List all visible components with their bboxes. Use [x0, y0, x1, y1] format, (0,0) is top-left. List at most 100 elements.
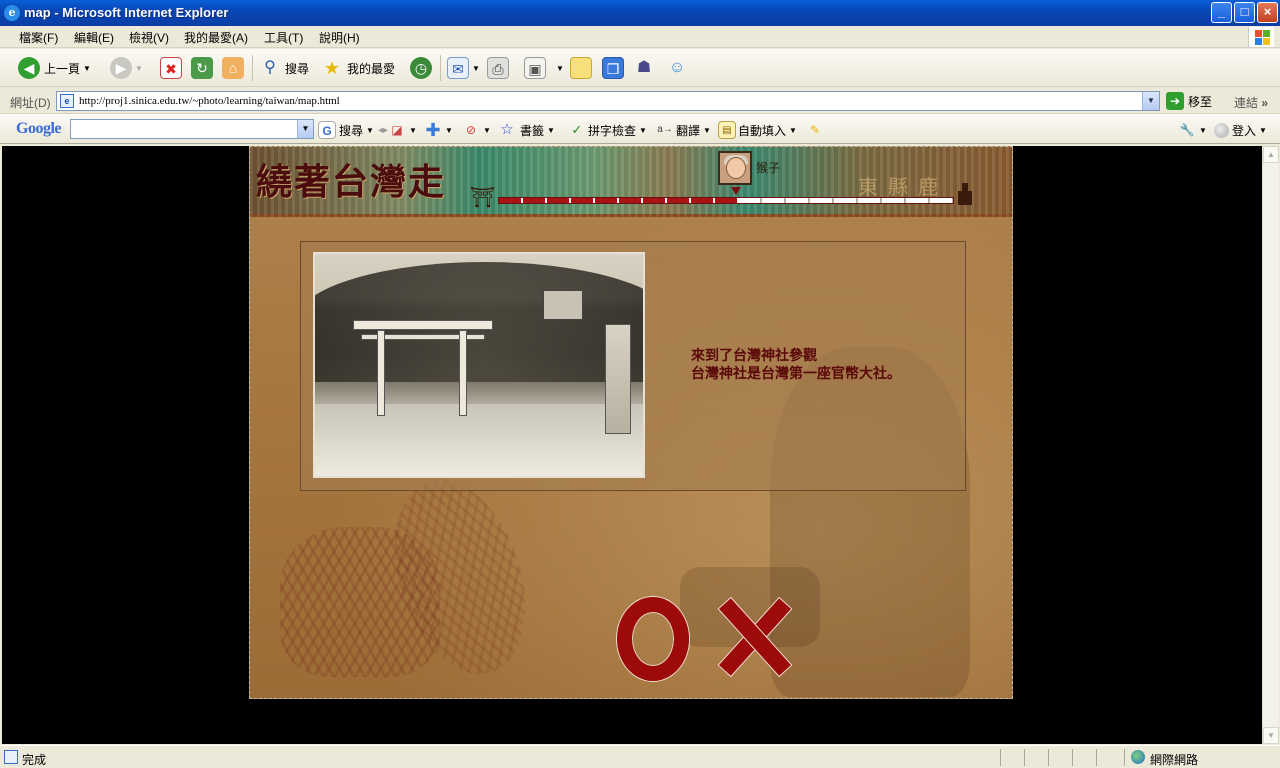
highlight-button[interactable]: ✎: [806, 120, 824, 140]
banner-faded-text: 東縣鹿: [858, 175, 948, 199]
settings-button[interactable]: 🔧 ▼: [1178, 120, 1207, 140]
chevron-down-icon[interactable]: ▼: [556, 64, 564, 73]
scroll-up-icon[interactable]: ▲: [1263, 146, 1279, 163]
translate-button[interactable]: a→ 翻譯 ▼: [656, 120, 711, 140]
menu-view[interactable]: 檢視(V): [129, 29, 169, 46]
chevron-down-icon[interactable]: ▼: [445, 126, 453, 135]
menu-file[interactable]: 檔案(F): [19, 29, 58, 46]
contacts-button[interactable]: ☺: [666, 55, 688, 81]
answer-false-button[interactable]: [716, 596, 793, 678]
stop-icon: ✖: [160, 57, 182, 79]
mail-icon: ✉: [447, 57, 469, 79]
chevron-down-icon[interactable]: ▼: [789, 126, 797, 135]
research-button[interactable]: ☗: [633, 55, 655, 81]
go-arrow-icon: ➔: [1166, 92, 1184, 110]
edit-button[interactable]: ▣ ▼: [524, 55, 564, 81]
browser-window: e map - Microsoft Internet Explorer _ □ …: [0, 0, 1280, 768]
star-icon: ★: [323, 58, 341, 78]
popup-blocker-icon: ⊘: [465, 123, 477, 137]
back-button[interactable]: ◀ 上一頁 ▼: [18, 55, 91, 81]
menu-favorites[interactable]: 我的最愛(A): [184, 29, 248, 46]
status-text: 完成: [22, 753, 47, 767]
minimize-button[interactable]: _: [1211, 2, 1232, 23]
security-zone: 網際網路: [1150, 753, 1199, 767]
home-button[interactable]: ⌂: [222, 55, 244, 81]
close-button[interactable]: ×: [1257, 2, 1278, 23]
signin-button[interactable]: 登入 ▼: [1214, 120, 1267, 140]
back-arrow-icon: ◀: [18, 57, 40, 79]
player-avatar: [718, 151, 752, 185]
forward-arrow-icon: ▶: [110, 57, 132, 79]
chevron-down-icon[interactable]: ▼: [1142, 92, 1159, 110]
google-toolbar: Google ▼ G 搜尋 ▼ ◂▸ ◪ ▼ ✚ ▼ ⊘ ▼ ☆ 書籤 ▼ ✓ …: [0, 114, 1280, 144]
game-title: 繞著台灣走: [256, 161, 447, 203]
google-search-input[interactable]: ▼: [70, 119, 314, 139]
chevron-down-icon[interactable]: ▼: [1199, 126, 1207, 135]
discuss-button[interactable]: [570, 55, 592, 81]
google-g-icon: G: [318, 121, 336, 139]
page-icon: e: [60, 94, 74, 108]
progress-remaining: [738, 198, 953, 203]
window-icon: ❐: [602, 57, 624, 79]
question-line-2: 台灣神社是台灣第一座官幣大社。: [691, 365, 901, 381]
chevron-down-icon[interactable]: ▼: [483, 126, 491, 135]
question-panel: 來到了台灣神社參觀 台灣神社是台灣第一座官幣大社。: [300, 241, 966, 491]
toolbar-divider: [252, 55, 253, 81]
flash-game-stage: 繞著台灣走 東縣鹿 ⛩ 猴子 來到了台灣神社參觀 台灣神社是台灣第一座官幣大社。: [249, 146, 1013, 699]
chevron-right-icon: »: [1261, 96, 1269, 110]
answer-true-button[interactable]: [617, 597, 689, 681]
autofill-button[interactable]: ▤ 自動填入 ▼: [718, 120, 797, 140]
ie-logo-icon: e: [4, 5, 20, 21]
avatar-face: [726, 157, 746, 179]
address-bar: 網址(D) e http://proj1.sinica.edu.tw/~phot…: [0, 88, 1280, 114]
progress-track: [498, 197, 954, 204]
menu-tools[interactable]: 工具(T): [264, 29, 303, 46]
menu-help[interactable]: 說明(H): [319, 29, 360, 46]
refresh-button[interactable]: ↻: [191, 55, 213, 81]
standard-toolbar: ◀ 上一頁 ▼ ▶ ▼ ✖ ↻ ⌂ ⚲ 搜尋 ★ 我的最愛 ◷ ✉ ▼ ⎙ ▣ …: [0, 49, 1280, 87]
menu-bar: 檔案(F) 編輯(E) 檢視(V) 我的最愛(A) 工具(T) 說明(H): [0, 26, 1280, 48]
messenger-button[interactable]: ❐: [602, 55, 624, 81]
history-icon: ◷: [410, 57, 432, 79]
forward-button[interactable]: ▶ ▼: [110, 55, 143, 81]
favorites-button[interactable]: ★ 我的最愛: [321, 55, 395, 81]
search-icon: ⚲: [264, 59, 276, 76]
chevron-down-icon[interactable]: ▼: [409, 126, 417, 135]
chevron-down-icon[interactable]: ▼: [639, 126, 647, 135]
print-button[interactable]: ⎙: [487, 55, 509, 81]
chevron-down-icon[interactable]: ▼: [297, 120, 313, 138]
address-url[interactable]: http://proj1.sinica.edu.tw/~photo/learni…: [79, 95, 340, 107]
google-plus-button[interactable]: ✚ ▼: [424, 120, 453, 140]
question-line-1: 來到了台灣神社參觀: [691, 347, 817, 363]
internet-globe-icon: [1131, 750, 1145, 764]
menu-edit[interactable]: 編輯(E): [74, 29, 114, 46]
maximize-button[interactable]: □: [1234, 2, 1255, 23]
spellcheck-button[interactable]: ✓ 拼字檢查 ▼: [568, 120, 647, 140]
chevron-down-icon[interactable]: ▼: [1259, 126, 1267, 135]
page-status-icon: [4, 750, 18, 764]
go-button[interactable]: ➔ 移至: [1166, 91, 1212, 111]
chevron-down-icon[interactable]: ▼: [366, 126, 374, 135]
history-button[interactable]: ◷: [410, 55, 432, 81]
bookmarks-button[interactable]: ☆ 書籤 ▼: [498, 120, 555, 140]
google-search-button[interactable]: G 搜尋 ▼: [318, 120, 374, 140]
mail-button[interactable]: ✉ ▼: [447, 55, 480, 81]
address-input[interactable]: e http://proj1.sinica.edu.tw/~photo/lear…: [56, 91, 1160, 111]
popup-blocker-button[interactable]: ⊘ ▼: [462, 120, 491, 140]
chevron-down-icon[interactable]: ▼: [472, 64, 480, 73]
refresh-icon: ↻: [191, 57, 213, 79]
pagerank-icon: ◪: [391, 123, 403, 137]
arrows-icon: ◂▸: [378, 124, 389, 136]
chevron-down-icon[interactable]: ▼: [135, 64, 143, 73]
chevron-down-icon[interactable]: ▼: [83, 64, 91, 73]
window-title: map - Microsoft Internet Explorer: [24, 5, 229, 20]
vertical-scrollbar[interactable]: ▲ ▼: [1262, 146, 1279, 744]
chevron-down-icon[interactable]: ▼: [547, 126, 555, 135]
search-button[interactable]: ⚲ 搜尋: [259, 55, 309, 81]
google-nav-button[interactable]: ◂▸ ◪ ▼: [378, 120, 417, 140]
chevron-down-icon[interactable]: ▼: [703, 126, 711, 135]
scroll-down-icon[interactable]: ▼: [1263, 727, 1279, 744]
spellcheck-icon: ✓: [571, 122, 583, 137]
stop-button[interactable]: ✖: [160, 55, 182, 81]
links-button[interactable]: 連結 »: [1234, 94, 1268, 111]
